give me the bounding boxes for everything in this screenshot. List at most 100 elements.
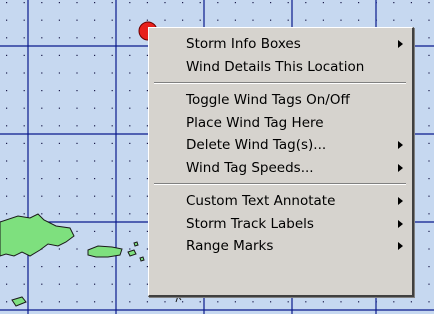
- grid-dot: [252, 2, 254, 4]
- grid-dot: [305, 19, 307, 21]
- grid-dot: [41, 107, 43, 109]
- submenu-arrow-icon: [398, 242, 403, 250]
- grid-dot: [94, 266, 96, 268]
- grid-dot: [6, 213, 8, 215]
- grid-dot: [129, 283, 131, 285]
- grid-dot: [111, 160, 113, 162]
- grid-dot: [393, 2, 395, 4]
- context-menu: Storm Info Boxes Wind Details This Locati…: [148, 27, 414, 297]
- menu-item-delete-wind-tag-s[interactable]: Delete Wind Tag(s)...: [150, 134, 411, 156]
- grid-dot: [428, 301, 430, 303]
- grid-dot: [129, 230, 131, 232]
- grid-dot: [129, 107, 131, 109]
- grid-dot: [393, 19, 395, 21]
- grid-dot: [23, 72, 25, 74]
- grid-dot: [129, 2, 131, 4]
- grid-dot: [305, 2, 307, 4]
- grid-dot: [76, 19, 78, 21]
- grid-dot: [6, 195, 8, 197]
- grid-dot: [428, 230, 430, 232]
- menu-item-label: Range Marks: [186, 238, 274, 254]
- menu-item-custom-text-annotate[interactable]: Custom Text Annotate: [150, 190, 411, 212]
- grid-dot: [217, 2, 219, 4]
- grid-dot: [6, 160, 8, 162]
- submenu-arrow-icon: [398, 141, 403, 149]
- grid-dot: [146, 2, 148, 4]
- grid-dot: [146, 301, 148, 303]
- menu-item-wind-details-this-location[interactable]: Wind Details This Location: [150, 56, 411, 78]
- grid-dot: [23, 54, 25, 56]
- menu-item-place-wind-tag-here[interactable]: Place Wind Tag Here: [150, 112, 411, 134]
- grid-dot: [76, 301, 78, 303]
- grid-dot: [428, 195, 430, 197]
- grid-dot: [428, 248, 430, 250]
- grid-dot: [76, 37, 78, 39]
- grid-dot: [6, 142, 8, 144]
- grid-dot: [358, 19, 360, 21]
- grid-dot: [164, 301, 166, 303]
- grid-dot: [129, 72, 131, 74]
- grid-dot: [111, 72, 113, 74]
- grid-dot: [23, 125, 25, 127]
- grid-dot: [58, 142, 60, 144]
- menu-item-storm-track-labels[interactable]: Storm Track Labels: [150, 213, 411, 235]
- grid-dot: [129, 19, 131, 21]
- grid-dot: [6, 107, 8, 109]
- grid-dot: [58, 2, 60, 4]
- grid-dot: [23, 283, 25, 285]
- grid-dot: [58, 54, 60, 56]
- grid-dot: [6, 37, 8, 39]
- grid-dot: [305, 301, 307, 303]
- grid-dot: [199, 301, 201, 303]
- grid-dot: [199, 2, 201, 4]
- grid-dot: [94, 213, 96, 215]
- grid-dot: [58, 283, 60, 285]
- grid-dot: [287, 19, 289, 21]
- menu-item-label: Wind Details This Location: [186, 58, 365, 75]
- grid-dot: [129, 142, 131, 144]
- grid-dot: [23, 19, 25, 21]
- grid-dot: [322, 301, 324, 303]
- grid-dot: [76, 90, 78, 92]
- menu-item-storm-info-boxes[interactable]: Storm Info Boxes: [150, 33, 411, 55]
- grid-dot: [111, 266, 113, 268]
- grid-dot: [76, 266, 78, 268]
- menu-item-label: Custom Text Annotate: [186, 193, 336, 209]
- grid-dot: [58, 90, 60, 92]
- grid-dot: [358, 2, 360, 4]
- grid-dot: [111, 301, 113, 303]
- grid-dot: [6, 90, 8, 92]
- grid-dot: [6, 283, 8, 285]
- grid-dot: [41, 72, 43, 74]
- menu-item-toggle-wind-tags-on-off[interactable]: Toggle Wind Tags On/Off: [150, 89, 411, 111]
- grid-dot: [76, 2, 78, 4]
- grid-dot: [58, 266, 60, 268]
- menu-item-label: Toggle Wind Tags On/Off: [186, 92, 350, 108]
- grid-dot: [76, 213, 78, 215]
- grid-dot: [182, 301, 184, 303]
- grid-dot: [428, 90, 430, 92]
- grid-dot: [287, 2, 289, 4]
- menu-item-label: Wind Tag Speeds...: [186, 159, 314, 176]
- menu-item-range-marks[interactable]: Range Marks: [150, 235, 411, 257]
- grid-dot: [340, 2, 342, 4]
- grid-dot: [428, 160, 430, 162]
- grid-dot: [23, 213, 25, 215]
- grid-dot: [129, 90, 131, 92]
- grid-dot: [94, 195, 96, 197]
- grid-dot: [322, 2, 324, 4]
- grid-dot: [76, 160, 78, 162]
- grid-dot: [129, 54, 131, 56]
- grid-dot: [41, 301, 43, 303]
- grid-dot: [41, 283, 43, 285]
- grid-dot: [76, 248, 78, 250]
- grid-dot: [164, 19, 166, 21]
- grid-dot: [94, 178, 96, 180]
- grid-dot: [76, 195, 78, 197]
- menu-item-wind-tag-speeds[interactable]: Wind Tag Speeds...: [150, 157, 411, 179]
- grid-dot: [76, 54, 78, 56]
- grid-dot: [41, 142, 43, 144]
- grid-dot: [94, 107, 96, 109]
- grid-dot: [410, 2, 412, 4]
- grid-dot: [58, 248, 60, 250]
